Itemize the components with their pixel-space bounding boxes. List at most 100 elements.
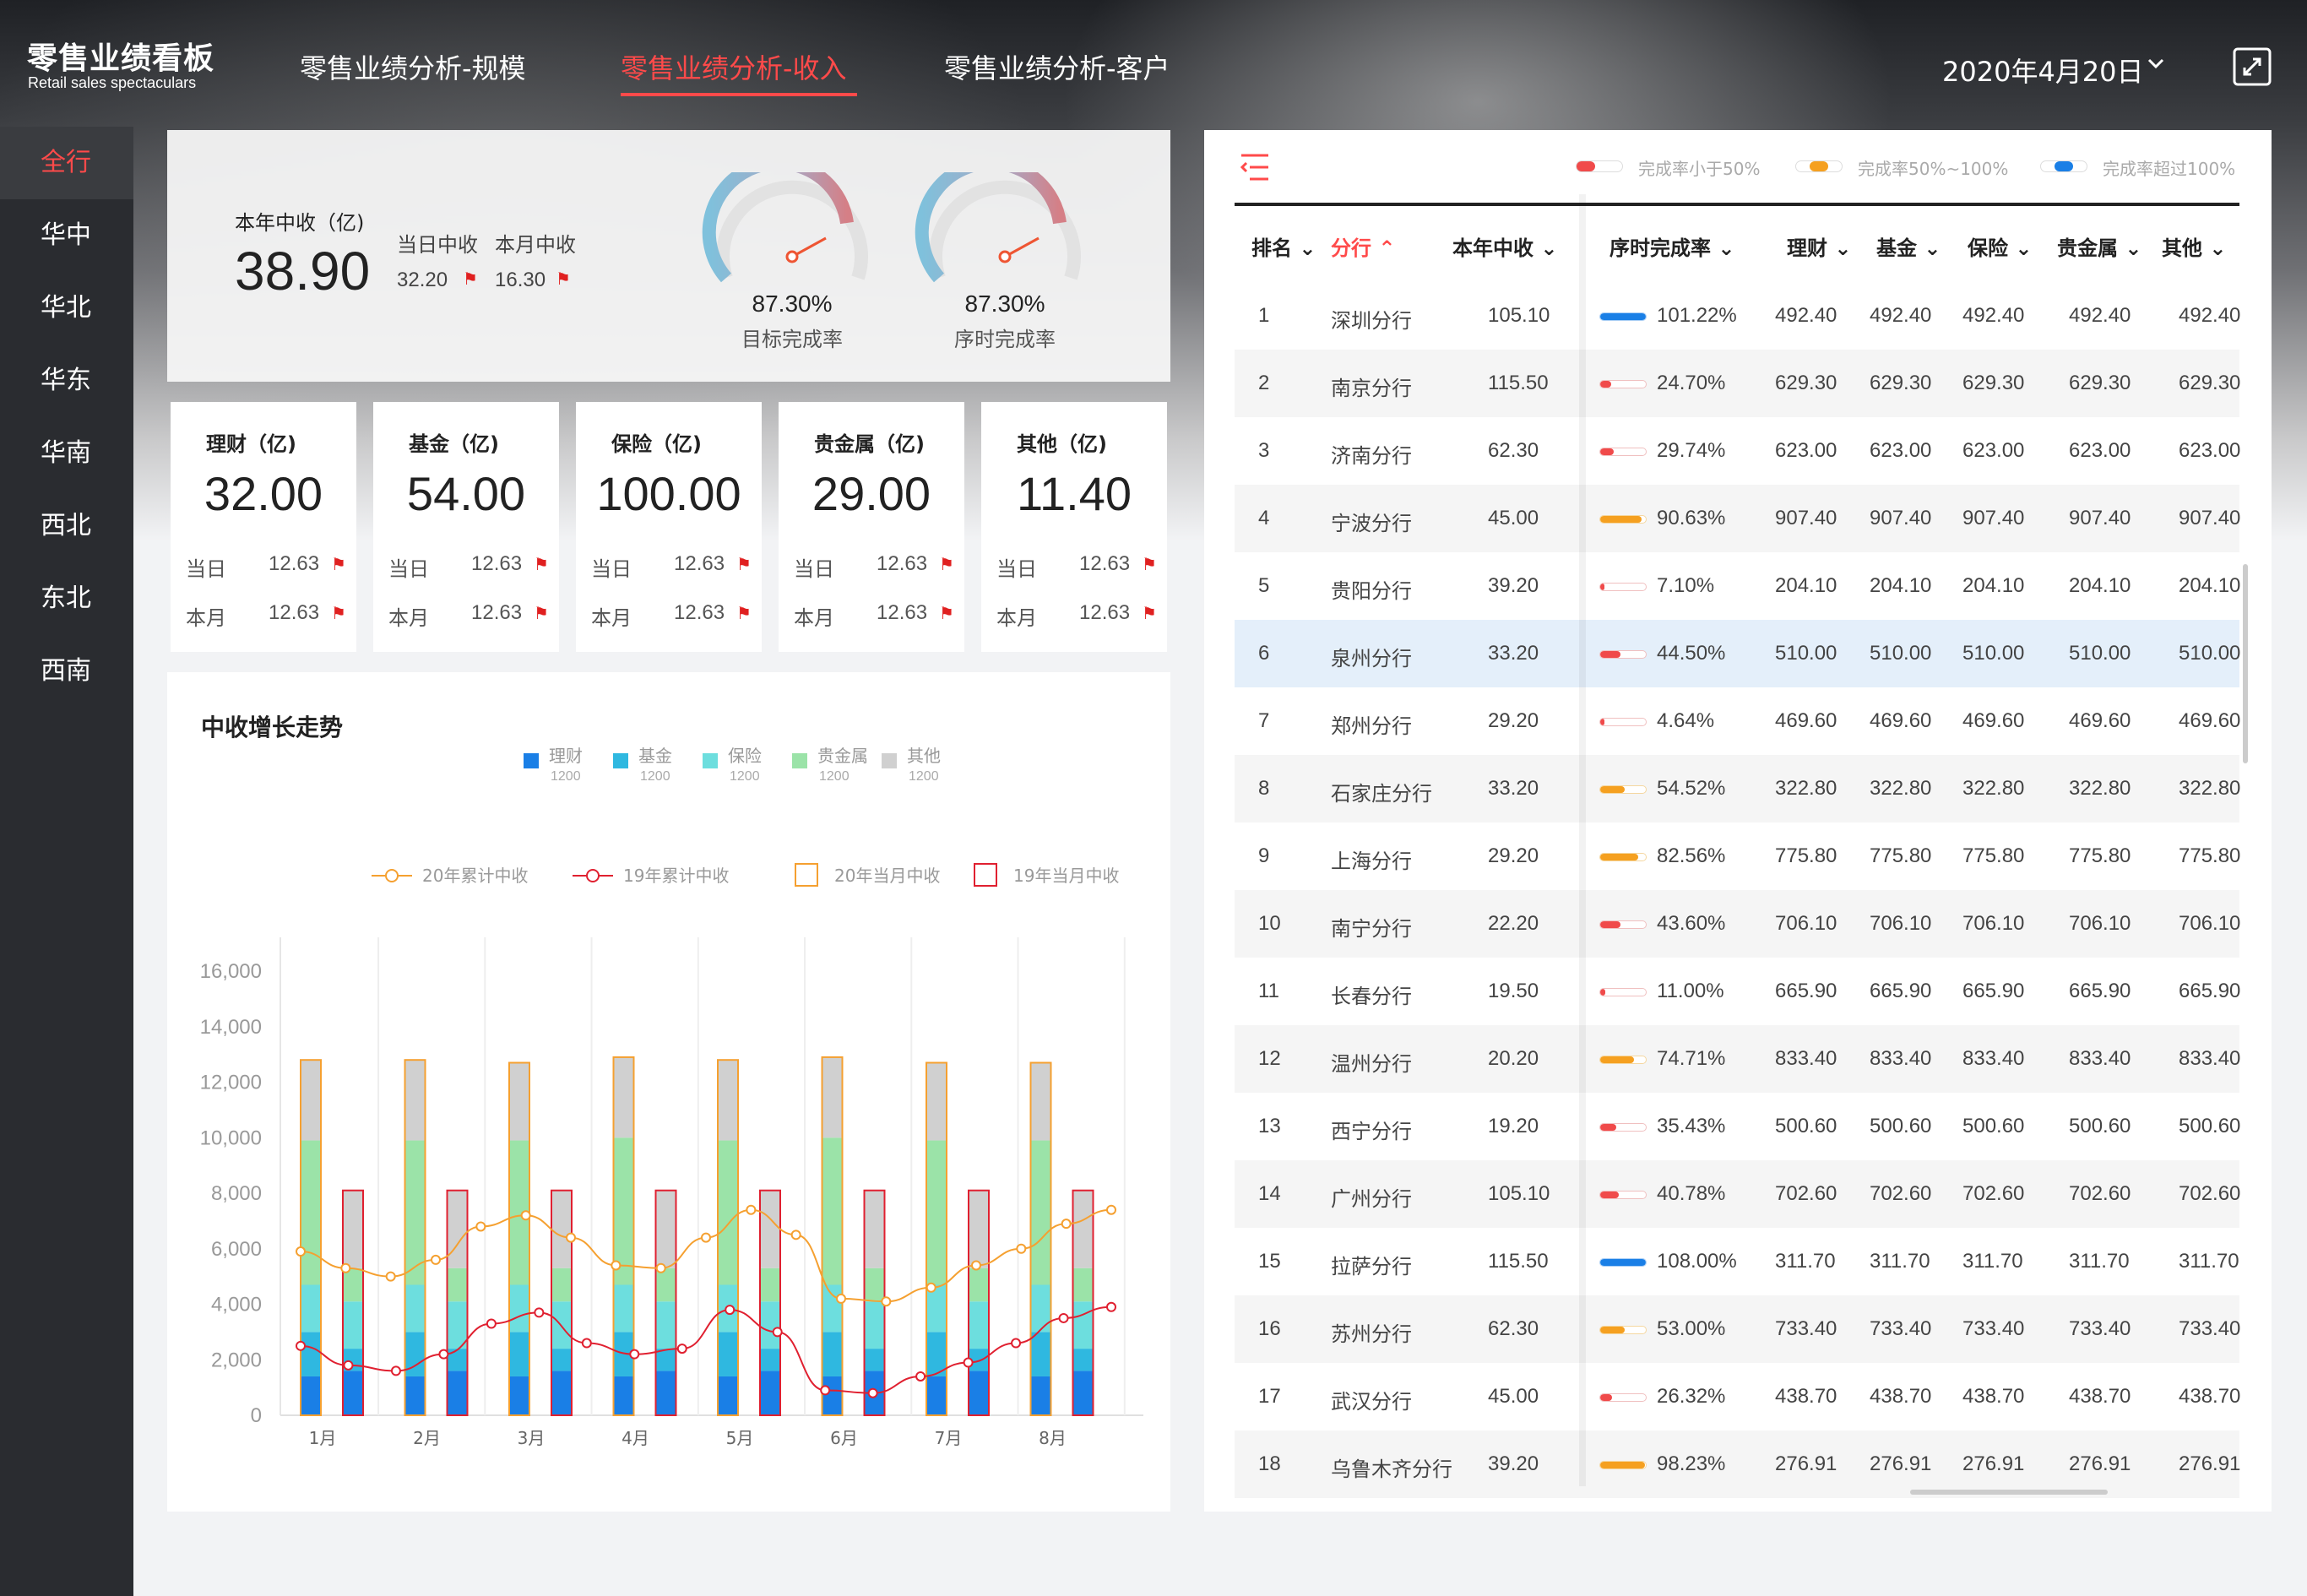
- category-value: 11.40: [1017, 467, 1132, 520]
- table-cell: 469.60: [1775, 709, 1837, 732]
- bar-2020-segment-1: [822, 1332, 843, 1376]
- sidebar-item-northwest[interactable]: 西北: [0, 490, 133, 562]
- tab-customer[interactable]: 零售业绩分析-客户: [944, 47, 1170, 86]
- legend-label: 19年累计中收: [623, 866, 729, 886]
- table-row[interactable]: 9 上海分行 29.20 82.56% 775.80 775.80 775.80 775.80…: [1235, 822, 2240, 890]
- table-cell: 39.20: [1488, 1452, 1539, 1475]
- up-flag-icon: ⚑: [331, 603, 346, 623]
- table-cell: 武汉分行: [1331, 1390, 1412, 1414]
- table-cell: 438.70: [1962, 1385, 2025, 1408]
- bar-2019-segment-4: [655, 1190, 676, 1268]
- sidebar-item-northeast[interactable]: 东北: [0, 562, 133, 635]
- sidebar-item-southwest[interactable]: 西南: [0, 635, 133, 708]
- day-value: 12.63: [674, 552, 725, 575]
- chevron-down-icon[interactable]: [2145, 52, 2167, 74]
- table-cell: 8: [1258, 777, 1270, 800]
- branch-ranking-card: 完成率小于50% 完成率50%~100% 完成率超过100% 排名 ⌄ 分行 ⌃ 本年中…: [1204, 130, 2272, 1512]
- column-header[interactable]: 其他 ⌄: [2162, 231, 2226, 261]
- cumulative-2020-point: [340, 1262, 351, 1273]
- legend-value: 1200: [551, 769, 581, 784]
- year-income-label: 本年中收（亿): [235, 211, 365, 235]
- table-row[interactable]: 11 长春分行 19.50 11.00% 665.90 665.90 665.90 665.9…: [1235, 958, 2240, 1025]
- table-row[interactable]: 10 南宁分行 22.20 43.60% 706.10 706.10 706.10 706.1…: [1235, 890, 2241, 958]
- column-header[interactable]: 基金 ⌄: [1876, 231, 1941, 261]
- table-row[interactable]: 12 温州分行 20.20 74.71% 833.40 833.40 833.40 833.4…: [1235, 1025, 2240, 1093]
- table-row[interactable]: 14 广州分行 105.10 40.78% 702.60 702.60 702.60 702.…: [1235, 1160, 2240, 1228]
- bar-2020-segment-0: [404, 1376, 426, 1415]
- table-cell: 322.80: [2179, 777, 2241, 800]
- table-row[interactable]: 6 泉州分行 33.20 44.50% 510.00 510.00 510.00 510.00…: [1235, 620, 2240, 687]
- table-row[interactable]: 4 宁波分行 45.00 90.63% 907.40 907.40 907.40 907.40…: [1235, 485, 2240, 552]
- bar-2019-segment-4: [447, 1190, 468, 1268]
- sidebar-item-east[interactable]: 华东: [0, 345, 133, 417]
- table-cell: 12: [1258, 1047, 1281, 1070]
- legend-box-2: [795, 863, 818, 887]
- sidebar-item-south[interactable]: 华南: [0, 417, 133, 490]
- cumulative-2020-point: [971, 1260, 981, 1271]
- table-cell: 623.00: [2069, 439, 2131, 462]
- menu-icon[interactable]: [1240, 150, 1270, 184]
- table-row[interactable]: 8 石家庄分行 33.20 54.52% 322.80 322.80 322.80 322.8…: [1235, 755, 2241, 822]
- table-row[interactable]: 7 郑州分行 29.20 4.64% 469.60 469.60 469.60 469.60 4…: [1235, 687, 2240, 755]
- column-header[interactable]: 分行 ⌃: [1331, 231, 1395, 261]
- table-cell: 18: [1258, 1452, 1281, 1475]
- table-row[interactable]: 13 西宁分行 19.20 35.43% 500.60 500.60 500.60 500.6…: [1235, 1093, 2240, 1160]
- table-row[interactable]: 17 武汉分行 45.00 26.32% 438.70 438.70 438.70 438.7…: [1235, 1363, 2240, 1430]
- month-label: 本月: [996, 606, 1037, 630]
- day-label: 当日: [794, 557, 834, 581]
- table-cell: 贵阳分行: [1331, 579, 1412, 603]
- sidebar-item-central[interactable]: 华中: [0, 199, 133, 272]
- sidebar-item-north[interactable]: 华北: [0, 272, 133, 345]
- up-flag-icon: ⚑: [463, 269, 478, 289]
- table-cell: 702.60: [1775, 1182, 1837, 1205]
- column-header[interactable]: 理财 ⌄: [1787, 231, 1851, 261]
- sidebar-item-all[interactable]: 全行: [0, 127, 133, 199]
- table-cell: 492.40: [1775, 304, 1837, 327]
- bar-2020-segment-0: [822, 1376, 843, 1415]
- table-row[interactable]: 5 贵阳分行 39.20 7.10% 204.10 204.10 204.10 204.10 2…: [1235, 552, 2240, 620]
- tab-income[interactable]: 零售业绩分析-收入: [621, 47, 847, 86]
- column-header[interactable]: 本年中收 ⌄: [1452, 231, 1557, 261]
- table-cell: 775.80: [2069, 844, 2131, 867]
- column-header[interactable]: 贵金属 ⌄: [2057, 231, 2141, 261]
- bar-2020-segment-1: [301, 1332, 321, 1376]
- vertical-scrollbar[interactable]: [2243, 564, 2248, 763]
- expand-icon[interactable]: [2233, 47, 2272, 86]
- bar-2020-segment-2: [613, 1284, 634, 1333]
- horizontal-scrollbar[interactable]: [1910, 1490, 2108, 1495]
- table-cell: 623.00: [2179, 439, 2241, 462]
- tab-scale[interactable]: 零售业绩分析-规模: [300, 47, 526, 86]
- bar-2020-segment-3: [301, 1140, 321, 1285]
- column-header[interactable]: 序时完成率 ⌄: [1609, 231, 1734, 261]
- table-cell: 82.56%: [1657, 844, 1726, 867]
- cumulative-2020-point: [881, 1296, 892, 1307]
- completion-progress-bar: [1599, 853, 1647, 861]
- legend-label: 20年当月中收: [834, 866, 940, 886]
- up-flag-icon: ⚑: [939, 554, 954, 574]
- table-cell: 南京分行: [1331, 377, 1412, 400]
- cumulative-2020-point: [926, 1282, 936, 1293]
- table-row[interactable]: 1 深圳分行 105.10 101.22% 492.40 492.40 492.40 492.…: [1235, 282, 2240, 350]
- date-selector[interactable]: 2020年4月20日: [1942, 51, 2144, 90]
- category-value: 100.00: [596, 467, 741, 520]
- target-completion-value: 87.30%: [752, 290, 833, 317]
- table-row[interactable]: 18 乌鲁木齐分行 39.20 98.23% 276.91 276.91 276.91 276…: [1235, 1430, 2240, 1498]
- table-cell: 706.10: [1870, 912, 1932, 935]
- table-row[interactable]: 2 南京分行 115.50 24.70% 629.30 629.30 629.30 629.3…: [1235, 350, 2240, 417]
- table-cell: 济南分行: [1331, 444, 1412, 468]
- column-header[interactable]: 保险 ⌄: [1968, 231, 2032, 261]
- table-row[interactable]: 15 拉萨分行 115.50 108.00% 311.70 311.70 311.70 311…: [1235, 1228, 2239, 1295]
- day-value: 12.63: [471, 552, 523, 575]
- bar-2020-segment-2: [1030, 1284, 1051, 1333]
- table-cell: 45.00: [1488, 1385, 1539, 1408]
- day-income-label: 当日中收: [397, 233, 478, 257]
- day-value: 12.63: [269, 552, 320, 575]
- column-header[interactable]: 排名 ⌄: [1251, 231, 1316, 261]
- table-cell: 733.40: [1870, 1317, 1932, 1340]
- cumulative-2019-point: [676, 1344, 687, 1354]
- table-row[interactable]: 3 济南分行 62.30 29.74% 623.00 623.00 623.00 623.00…: [1235, 417, 2241, 485]
- table-cell: 706.10: [2179, 912, 2241, 935]
- bar-2019-segment-2: [864, 1301, 885, 1349]
- day-label: 当日: [388, 557, 429, 581]
- table-row[interactable]: 16 苏州分行 62.30 53.00% 733.40 733.40 733.40 733.4…: [1235, 1295, 2240, 1363]
